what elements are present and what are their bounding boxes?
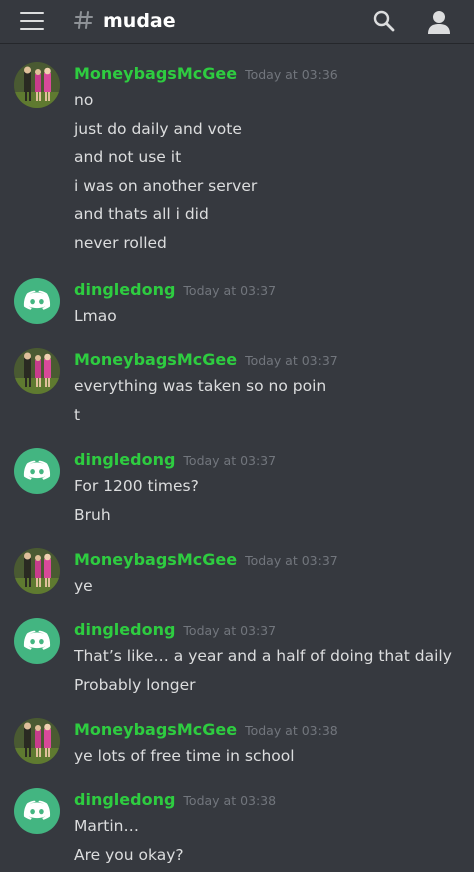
username[interactable]: dingledong — [74, 790, 175, 809]
timestamp: Today at 03:36 — [245, 67, 338, 82]
user-avatar[interactable] — [14, 348, 60, 394]
message-content: Lmao — [74, 302, 464, 331]
user-photo-icon — [14, 548, 60, 594]
channel-name: mudae — [103, 10, 176, 32]
message-text: Probably longer — [74, 675, 196, 694]
message-text: ye — [74, 577, 93, 595]
discord-default-avatar[interactable] — [14, 618, 60, 664]
message-text: ye lots of free time in school — [74, 747, 295, 765]
timestamp: Today at 03:37 — [245, 353, 338, 368]
message-header: MoneybagsMcGee Today at 03:36 — [74, 62, 338, 86]
user-photo-icon — [14, 718, 60, 764]
message-text: Are you okay? — [74, 845, 184, 864]
timestamp: Today at 03:37 — [183, 283, 277, 298]
message-text: no — [74, 91, 94, 109]
discord-default-avatar[interactable] — [14, 278, 60, 324]
message-text: just do daily and vote — [74, 119, 242, 138]
discord-logo-icon — [14, 618, 60, 664]
username[interactable]: MoneybagsMcGee — [74, 720, 237, 739]
timestamp: Today at 03:38 — [183, 793, 277, 808]
message-text: Bruh — [74, 505, 111, 524]
message-content: no just do daily and vote and not use it i … — [74, 86, 464, 257]
channel-header: mudae — [0, 0, 474, 44]
discord-logo-icon — [14, 788, 60, 834]
username[interactable]: dingledong — [74, 450, 175, 469]
message-text: everything was taken so no poin — [74, 377, 327, 395]
message-content: For 1200 times? Bruh — [74, 472, 464, 529]
username[interactable]: MoneybagsMcGee — [74, 550, 237, 569]
message-list: MoneybagsMcGee Today at 03:36 no just do da… — [0, 44, 474, 872]
message-content: ye lots of free time in school — [74, 742, 464, 771]
discord-logo-icon — [14, 448, 60, 494]
discord-default-avatar[interactable] — [14, 448, 60, 494]
username[interactable]: dingledong — [74, 620, 175, 639]
message-header: dingledong Today at 03:37 — [74, 278, 276, 302]
message-content: everything was taken so no poin t — [74, 372, 464, 429]
timestamp: Today at 03:37 — [183, 623, 277, 638]
message-content: ye — [74, 572, 464, 601]
user-avatar[interactable] — [14, 62, 60, 108]
message-header: MoneybagsMcGee Today at 03:37 — [74, 548, 338, 572]
message-content: That’s like… a year and a half of doing … — [74, 642, 464, 699]
message-text: Lmao — [74, 307, 117, 325]
message-text: t — [74, 405, 81, 424]
search-icon[interactable] — [372, 9, 396, 33]
message-text: That’s like… a year and a half of doing … — [74, 647, 452, 665]
message-text: For 1200 times? — [74, 477, 199, 495]
text-channel-hash-icon — [74, 11, 93, 29]
timestamp: Today at 03:38 — [245, 723, 338, 738]
user-photo-icon — [14, 62, 60, 108]
discord-logo-icon — [14, 278, 60, 324]
message-header: MoneybagsMcGee Today at 03:38 — [74, 718, 338, 742]
user-photo-icon — [14, 348, 60, 394]
message-content: Martin… Are you okay? — [74, 812, 464, 869]
username[interactable]: MoneybagsMcGee — [74, 64, 237, 83]
hamburger-menu-icon[interactable] — [20, 12, 44, 32]
message-text: i was on another server — [74, 176, 258, 195]
members-icon[interactable] — [425, 9, 453, 35]
timestamp: Today at 03:37 — [183, 453, 277, 468]
timestamp: Today at 03:37 — [245, 553, 338, 568]
message-text: and not use it — [74, 148, 182, 166]
message-text: and thats all i did — [74, 205, 209, 223]
message-header: MoneybagsMcGee Today at 03:37 — [74, 348, 338, 372]
user-avatar[interactable] — [14, 718, 60, 764]
message-header: dingledong Today at 03:38 — [74, 788, 276, 812]
message-header: dingledong Today at 03:37 — [74, 448, 276, 472]
message-header: dingledong Today at 03:37 — [74, 618, 276, 642]
username[interactable]: MoneybagsMcGee — [74, 350, 237, 369]
discord-default-avatar[interactable] — [14, 788, 60, 834]
user-avatar[interactable] — [14, 548, 60, 594]
username[interactable]: dingledong — [74, 280, 175, 299]
message-text: never rolled — [74, 233, 167, 252]
message-text: Martin… — [74, 817, 139, 835]
